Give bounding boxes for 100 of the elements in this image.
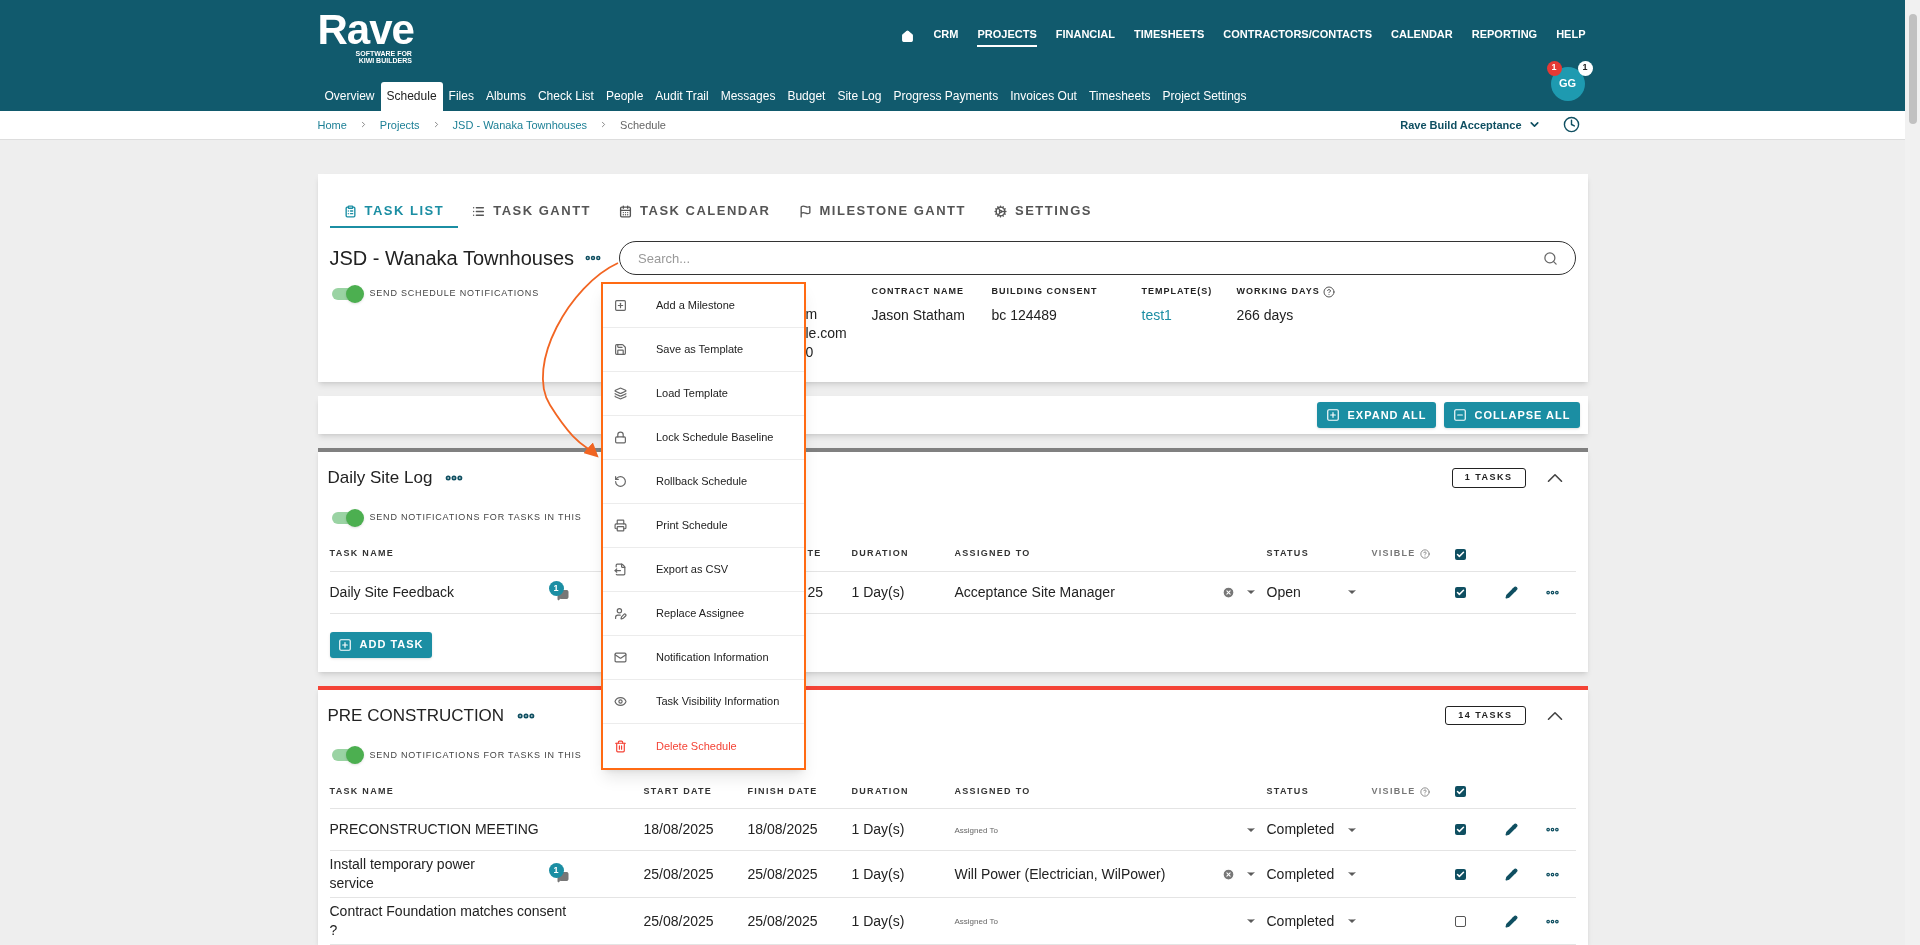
project-tab[interactable]: Files bbox=[442, 81, 480, 111]
eye-icon bbox=[614, 695, 627, 708]
edit-icon[interactable] bbox=[1504, 585, 1518, 599]
finish-date: 18/08/2025 bbox=[747, 821, 818, 837]
assignee-field[interactable]: Will Power (Electrician, WilPower) bbox=[954, 863, 1222, 885]
project-tab[interactable]: Albums bbox=[479, 81, 532, 111]
project-tab[interactable]: Check List bbox=[531, 81, 600, 111]
menu-item[interactable]: Rollback Schedule bbox=[603, 460, 804, 504]
menu-item[interactable]: Replace Assignee bbox=[603, 592, 804, 636]
menu-item[interactable]: Lock Schedule Baseline bbox=[603, 416, 804, 460]
expand-all-button[interactable]: EXPAND ALL bbox=[1316, 402, 1436, 428]
calendar-icon bbox=[619, 204, 632, 218]
clipboard-icon bbox=[343, 204, 357, 218]
view-tab[interactable]: TASK GANTT bbox=[458, 196, 605, 228]
checkbox[interactable] bbox=[1454, 548, 1466, 560]
nav-link[interactable]: TIMESHEETS bbox=[1134, 26, 1205, 47]
flag-icon bbox=[798, 204, 812, 218]
project-tab[interactable]: People bbox=[599, 81, 650, 111]
status-dropdown[interactable]: Open bbox=[1266, 581, 1346, 603]
search-icon[interactable] bbox=[1542, 251, 1558, 266]
assignee-field[interactable]: Assigned To bbox=[954, 822, 1245, 837]
project-tab[interactable]: Timesheets bbox=[1082, 81, 1157, 111]
info-value: 266 days bbox=[1236, 305, 1294, 325]
column-header: ASSIGNED TO bbox=[954, 784, 1032, 798]
nav-link[interactable]: CALENDAR bbox=[1391, 26, 1453, 47]
project-tab[interactable]: Audit Trail bbox=[649, 81, 715, 111]
menu-item[interactable]: Export as CSV bbox=[603, 548, 804, 592]
info-value: bc 124489 bbox=[991, 305, 1057, 325]
edit-icon[interactable] bbox=[1504, 914, 1518, 928]
status-dropdown[interactable]: Completed bbox=[1266, 863, 1346, 885]
project-tab[interactable]: Invoices Out bbox=[1004, 81, 1083, 111]
trash-icon bbox=[614, 739, 627, 753]
menu-item[interactable]: Task Visibility Information bbox=[603, 680, 804, 724]
history-icon[interactable] bbox=[1562, 116, 1580, 134]
toggle-switch[interactable] bbox=[331, 749, 362, 762]
breadcrumb-link[interactable]: Projects bbox=[379, 116, 420, 134]
project-tab[interactable]: Site Log bbox=[831, 81, 888, 111]
assignee-field[interactable]: Acceptance Site Manager bbox=[954, 581, 1222, 603]
status-dropdown[interactable]: Completed bbox=[1266, 819, 1346, 840]
checkbox[interactable] bbox=[1454, 915, 1466, 927]
nav-link[interactable]: CONTRACTORS/CONTACTS bbox=[1223, 26, 1372, 47]
info-label: WORKING DAYS bbox=[1236, 285, 1320, 298]
nav-link[interactable]: FINANCIAL bbox=[1055, 26, 1115, 47]
checkbox[interactable] bbox=[1454, 586, 1466, 598]
task-name[interactable]: Daily Site Feedback bbox=[329, 582, 500, 602]
view-tab[interactable]: MILESTONE GANTT bbox=[784, 196, 980, 228]
breadcrumb-link[interactable]: Schedule bbox=[620, 116, 666, 134]
account-dropdown[interactable]: Rave Build Acceptance bbox=[1400, 116, 1541, 134]
nav-link[interactable]: HELP bbox=[1556, 26, 1586, 47]
home-icon[interactable] bbox=[901, 29, 915, 43]
clear-icon[interactable] bbox=[1221, 867, 1235, 881]
edit-icon[interactable] bbox=[1504, 823, 1518, 836]
breadcrumb-link[interactable]: JSD - Wanaka Townhouses bbox=[452, 116, 588, 134]
nav-link[interactable]: CRM bbox=[933, 26, 959, 47]
project-tab[interactable]: Schedule bbox=[380, 81, 443, 111]
edit-icon[interactable] bbox=[1504, 867, 1518, 881]
info-label: BUILDING CONSENT bbox=[991, 285, 1098, 298]
project-tab[interactable]: Project Settings bbox=[1156, 81, 1253, 111]
task-name[interactable]: Contract Foundation matches consent ? bbox=[329, 902, 570, 940]
menu-item[interactable]: Notification Information bbox=[603, 636, 804, 680]
collapse-all-button[interactable]: COLLAPSE ALL bbox=[1443, 402, 1580, 428]
finish-date: 25/08/2025 bbox=[747, 865, 818, 882]
checkbox[interactable] bbox=[1454, 786, 1466, 797]
column-header: STATUS bbox=[1266, 784, 1310, 798]
view-tab[interactable]: TASK LIST bbox=[329, 196, 459, 228]
column-header: STATUS bbox=[1266, 547, 1310, 561]
view-tab[interactable]: TASK CALENDAR bbox=[605, 196, 785, 228]
nav-link[interactable]: REPORTING bbox=[1471, 26, 1538, 47]
menu-item[interactable]: Add a Milestone bbox=[603, 284, 804, 328]
clear-icon[interactable] bbox=[1221, 585, 1235, 599]
checkbox[interactable] bbox=[1454, 824, 1466, 835]
notification-badge: 1 bbox=[1577, 60, 1593, 76]
assignee-field[interactable]: Assigned To bbox=[954, 914, 1245, 928]
checkbox[interactable] bbox=[1454, 868, 1466, 880]
menu-item[interactable]: Save as Template bbox=[603, 328, 804, 372]
menu-item[interactable]: Load Template bbox=[603, 372, 804, 416]
menu-item[interactable]: Delete Schedule bbox=[603, 724, 804, 768]
project-tab[interactable]: Progress Payments bbox=[887, 81, 1005, 111]
info-value: le.com bbox=[805, 324, 847, 343]
column-header: VISIBLE bbox=[1371, 784, 1416, 798]
template-link[interactable]: test1 bbox=[1141, 304, 1172, 326]
task-name[interactable]: PRECONSTRUCTION MEETING bbox=[329, 820, 570, 839]
menu-item[interactable]: Print Schedule bbox=[603, 504, 804, 548]
project-tab[interactable]: Messages bbox=[714, 81, 782, 111]
nav-link[interactable]: PROJECTS bbox=[977, 26, 1037, 47]
search-field[interactable]: Search... bbox=[619, 241, 1576, 275]
help-icon[interactable] bbox=[1322, 285, 1335, 298]
toggle-switch[interactable] bbox=[331, 287, 362, 300]
column-header: TASK NAME bbox=[329, 547, 396, 561]
project-tab[interactable]: Overview bbox=[318, 81, 381, 111]
status-dropdown[interactable]: Completed bbox=[1266, 910, 1346, 932]
schedule-title: JSD - Wanaka Townhouses bbox=[329, 246, 575, 271]
view-tab[interactable]: SETTINGS bbox=[980, 196, 1106, 228]
toggle-label: SEND NOTIFICATIONS FOR TASKS IN THIS bbox=[369, 511, 582, 524]
project-tab[interactable]: Budget bbox=[781, 81, 832, 111]
add-task-button[interactable]: ADD TASK bbox=[329, 631, 432, 658]
toggle-switch[interactable] bbox=[331, 511, 362, 524]
task-name[interactable]: Install temporary power service bbox=[329, 855, 500, 893]
start-date: 25/08/2025 bbox=[643, 865, 714, 882]
breadcrumb-link[interactable]: Home bbox=[317, 116, 347, 134]
